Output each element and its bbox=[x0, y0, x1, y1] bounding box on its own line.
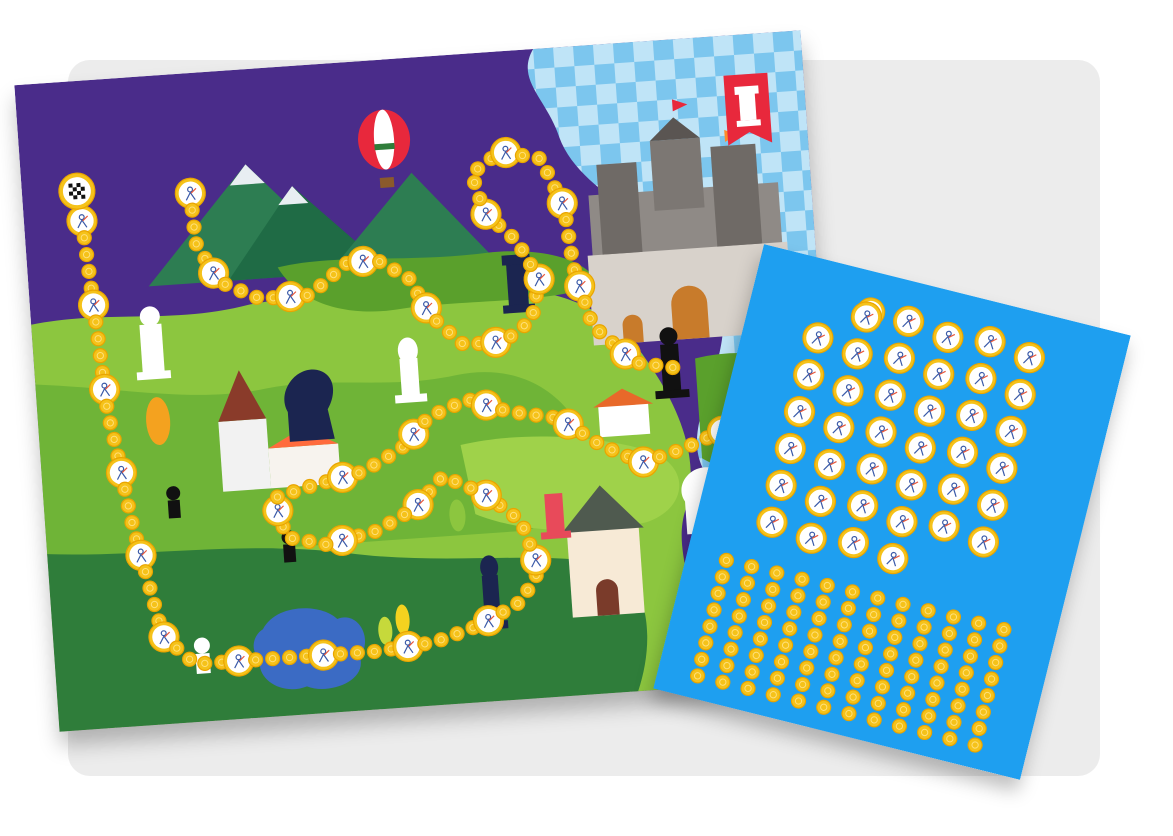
path-coin bbox=[88, 314, 104, 330]
path-coin bbox=[120, 498, 136, 514]
path-coin bbox=[429, 313, 445, 329]
path-coin bbox=[525, 304, 541, 321]
product-name: Chess adventure board game bbox=[0, 0, 1, 1]
path-coin bbox=[668, 443, 684, 460]
path-coin bbox=[433, 632, 449, 648]
path-coin bbox=[146, 596, 163, 613]
path-coin bbox=[432, 471, 449, 487]
path-coin bbox=[466, 174, 483, 191]
path-coin bbox=[106, 431, 122, 448]
path-coin bbox=[217, 276, 233, 292]
path-coin bbox=[102, 415, 118, 431]
path-coin bbox=[281, 649, 298, 666]
path-coin bbox=[79, 246, 95, 263]
path-coin bbox=[604, 442, 620, 458]
path-coin bbox=[90, 331, 106, 347]
path-coin bbox=[516, 520, 532, 536]
path-coin bbox=[401, 271, 417, 287]
path-coin bbox=[349, 645, 366, 661]
path-coin bbox=[631, 355, 647, 371]
path-coin bbox=[648, 357, 664, 373]
path-coin bbox=[382, 515, 398, 531]
path-coin bbox=[81, 263, 97, 280]
path-coin bbox=[76, 230, 92, 246]
path-coin bbox=[582, 310, 598, 326]
path-coin bbox=[431, 404, 447, 421]
path-coin bbox=[169, 640, 185, 656]
path-coin bbox=[531, 150, 547, 167]
path-coin bbox=[325, 266, 342, 283]
path-coin bbox=[313, 278, 329, 294]
path-coin bbox=[589, 434, 605, 451]
path-coin bbox=[558, 211, 574, 228]
path-coin bbox=[184, 202, 200, 218]
path-coin bbox=[351, 465, 367, 481]
path-coin bbox=[503, 328, 519, 344]
product-scene: Chess adventure board game bbox=[0, 0, 1173, 836]
path-coin bbox=[366, 643, 382, 660]
path-coin bbox=[124, 514, 140, 531]
path-coin bbox=[248, 652, 264, 668]
path-coin bbox=[233, 283, 249, 299]
path-coin bbox=[561, 228, 577, 244]
path-coin bbox=[417, 413, 433, 429]
path-coin bbox=[186, 219, 202, 235]
path-coin bbox=[447, 473, 463, 490]
path-coin bbox=[137, 564, 154, 580]
path-coin bbox=[302, 478, 318, 495]
path-coin bbox=[495, 402, 511, 418]
path-coin bbox=[665, 359, 681, 376]
path-coin bbox=[522, 256, 539, 273]
path-coin bbox=[441, 324, 458, 340]
path-coin bbox=[386, 262, 403, 278]
path-coin bbox=[188, 236, 204, 252]
path-coin bbox=[563, 245, 579, 261]
path-coin bbox=[417, 636, 433, 652]
path-coin bbox=[446, 397, 463, 413]
path-coin bbox=[463, 480, 479, 496]
path-coin bbox=[514, 242, 530, 258]
path-coin bbox=[472, 191, 488, 207]
path-coin bbox=[454, 335, 470, 352]
path-coin bbox=[574, 425, 591, 441]
path-coin bbox=[372, 254, 388, 270]
path-coin bbox=[470, 161, 486, 177]
path-coin bbox=[516, 318, 532, 334]
path-coin bbox=[182, 651, 198, 667]
path-coin bbox=[449, 626, 465, 642]
path-coin bbox=[514, 147, 531, 164]
path-coin bbox=[396, 506, 413, 523]
path-coin bbox=[249, 289, 265, 305]
path-coin bbox=[504, 228, 520, 245]
path-coin bbox=[366, 457, 382, 473]
path-coin bbox=[510, 595, 526, 612]
path-coin bbox=[318, 536, 334, 552]
path-coin bbox=[520, 582, 536, 598]
path-coin bbox=[332, 646, 349, 662]
path-coin bbox=[301, 533, 317, 549]
path-coin bbox=[117, 481, 133, 497]
path-coin bbox=[265, 651, 281, 667]
path-coin bbox=[522, 536, 538, 552]
path-coin bbox=[511, 405, 527, 421]
path-coin bbox=[269, 489, 286, 505]
path-coin bbox=[505, 507, 522, 524]
path-coin bbox=[577, 294, 593, 310]
path-coin bbox=[380, 448, 397, 464]
path-coin bbox=[528, 407, 544, 423]
path-coin bbox=[92, 348, 108, 364]
path-coin bbox=[197, 655, 213, 671]
path-coin bbox=[592, 324, 608, 340]
path-coin bbox=[286, 484, 302, 500]
path-coin bbox=[99, 398, 115, 414]
path-coin bbox=[142, 580, 158, 596]
path-coin bbox=[683, 437, 700, 453]
path-coin bbox=[299, 287, 315, 303]
path-coin bbox=[652, 449, 668, 465]
path-coin bbox=[495, 604, 511, 620]
path-coin bbox=[539, 164, 556, 181]
path-coin bbox=[367, 523, 383, 540]
